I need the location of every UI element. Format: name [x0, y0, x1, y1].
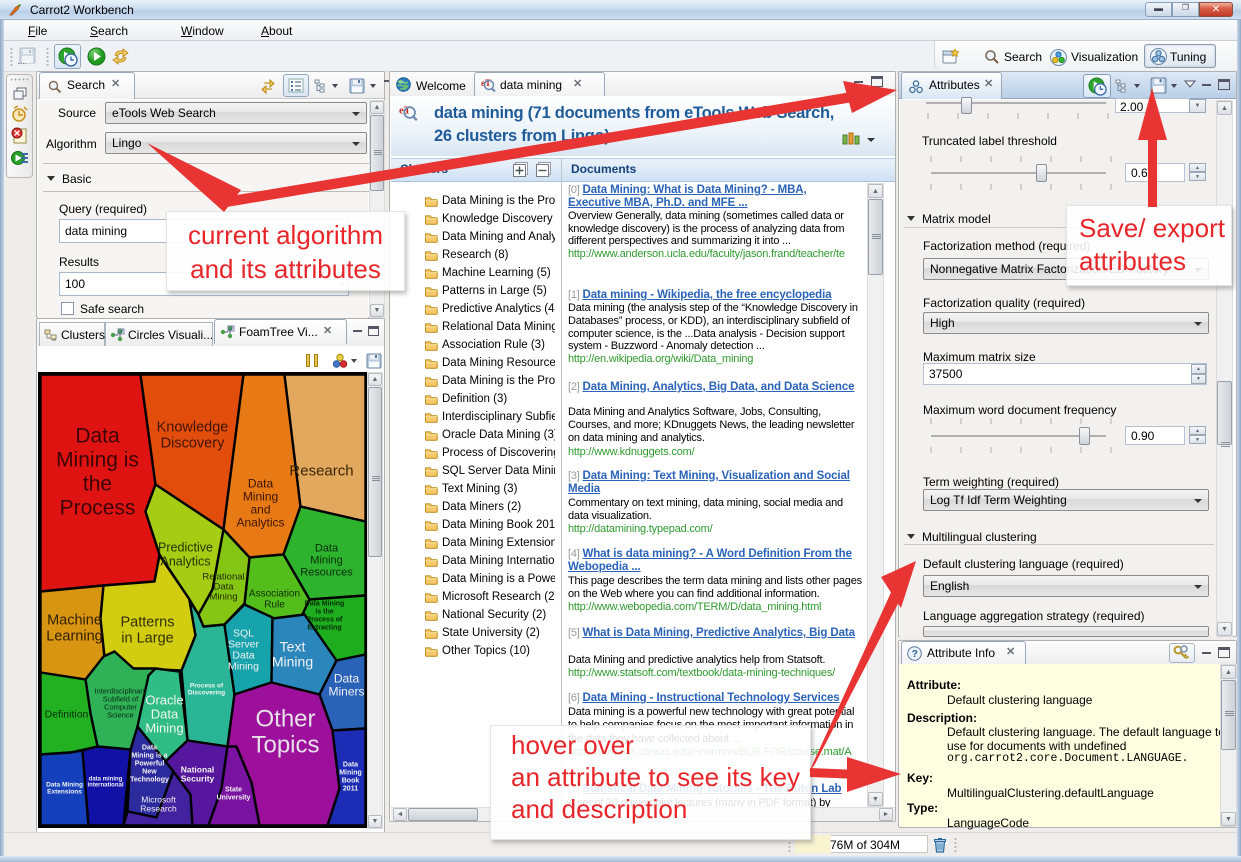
svg-text:Data Mining: Data Mining [305, 601, 345, 608]
svg-text:Miners: Miners [328, 685, 364, 699]
svg-text:Extracting: Extracting [307, 625, 341, 632]
svg-text:Extensions: Extensions [47, 789, 82, 796]
svg-text:University: University [217, 795, 251, 802]
svg-text:the: the [83, 473, 112, 496]
svg-text:Research: Research [289, 463, 353, 480]
svg-text:New: New [142, 769, 157, 776]
svg-text:Process: Process [60, 497, 136, 520]
svg-text:Oracle: Oracle [145, 693, 183, 708]
svg-text:2011: 2011 [343, 786, 358, 793]
svg-text:Book: Book [342, 778, 360, 785]
svg-text:Mining is: Mining is [56, 449, 139, 472]
svg-text:and: and [250, 503, 270, 517]
svg-text:Rule: Rule [264, 600, 285, 611]
svg-text:Data: Data [315, 543, 339, 555]
svg-text:Mining: Mining [145, 721, 183, 736]
svg-text:Discovery: Discovery [161, 436, 225, 452]
svg-text:Analytics: Analytics [160, 555, 210, 569]
svg-text:State: State [225, 787, 242, 794]
svg-text:Science: Science [107, 711, 134, 720]
svg-text:Data Mining: Data Mining [46, 782, 83, 789]
svg-text:Analytics: Analytics [236, 516, 284, 530]
svg-text:Other: Other [255, 706, 315, 733]
svg-text:Data: Data [343, 762, 358, 769]
svg-text:Learning: Learning [46, 629, 102, 645]
svg-text:Process of: Process of [190, 683, 224, 690]
svg-text:Knowledge: Knowledge [157, 420, 229, 436]
svg-text:Predictive: Predictive [158, 541, 213, 555]
svg-text:Topics: Topics [251, 732, 319, 759]
svg-text:Mining is a: Mining is a [131, 753, 167, 760]
svg-text:Mining: Mining [243, 490, 278, 504]
svg-text:Mining: Mining [310, 555, 342, 567]
svg-text:in Large: in Large [121, 631, 173, 647]
svg-text:Technology: Technology [130, 777, 169, 784]
svg-text:Machine: Machine [47, 613, 102, 629]
svg-text:Research: Research [140, 804, 177, 814]
svg-text:Data: Data [334, 672, 360, 686]
svg-text:Data: Data [248, 477, 274, 491]
svg-text:Security: Security [181, 774, 215, 784]
svg-text:eT: eT [481, 78, 491, 88]
svg-text:Association: Association [249, 589, 300, 600]
svg-text:Mining: Mining [210, 592, 238, 603]
svg-text:?: ? [912, 649, 918, 660]
svg-text:Discovering: Discovering [188, 690, 225, 697]
svg-text:Data: Data [75, 425, 120, 448]
svg-text:Data: Data [142, 745, 157, 752]
svg-text:Process of: Process of [307, 617, 343, 624]
svg-text:Powerful: Powerful [135, 761, 165, 768]
svg-text:Text: Text [280, 639, 306, 655]
svg-text:Definition: Definition [45, 709, 89, 721]
svg-text:Patterns: Patterns [121, 615, 175, 631]
svg-text:international: international [87, 783, 123, 789]
svg-text:Resources: Resources [300, 567, 353, 579]
svg-text:is the: is the [315, 609, 333, 616]
svg-text:Mining: Mining [339, 770, 362, 777]
svg-text:Mining: Mining [228, 661, 259, 673]
svg-text:Mining: Mining [272, 654, 313, 670]
svg-text:Data: Data [151, 707, 179, 722]
